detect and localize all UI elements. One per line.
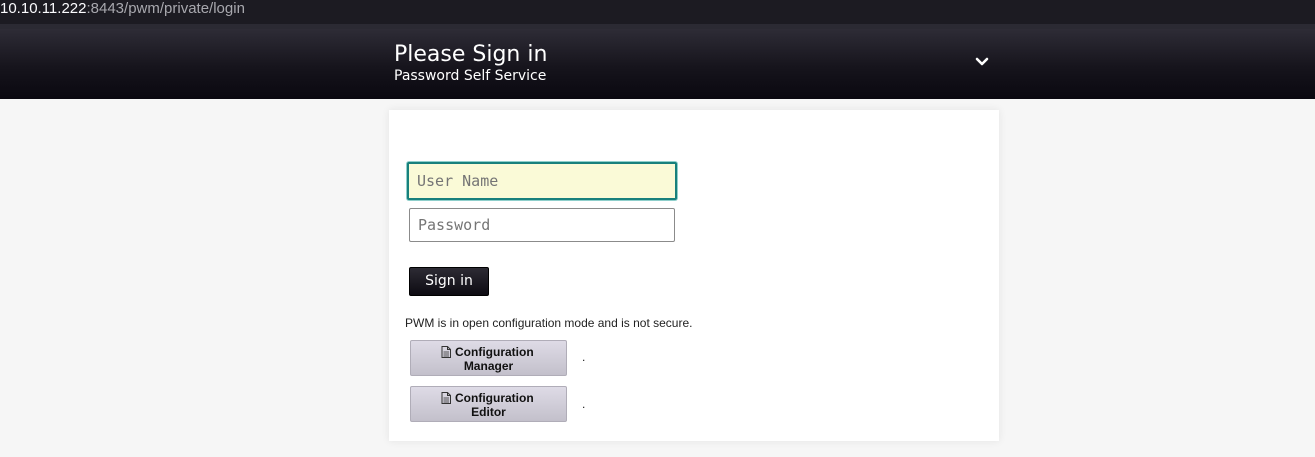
page-subtitle: Password Self Service (394, 68, 547, 84)
configuration-editor-dot: . (582, 397, 586, 411)
document-icon (441, 346, 451, 358)
username-input[interactable] (407, 162, 677, 200)
header-menu-toggle[interactable] (970, 51, 994, 73)
configuration-editor-label-line1: Configuration (455, 391, 534, 405)
configuration-manager-dot: . (582, 350, 586, 364)
configuration-editor-label-line2: Editor (471, 405, 506, 419)
url-path: :8443/pwm/private/login (86, 0, 245, 17)
document-icon (441, 392, 451, 404)
configuration-manager-label-line1: Configuration (455, 345, 534, 359)
configuration-manager-button[interactable]: Configuration Manager (410, 340, 567, 376)
configuration-manager-label-line2: Manager (463, 359, 514, 373)
page-title: Please Sign in (394, 42, 548, 67)
login-panel: Sign in PWM is in open configuration mod… (389, 110, 999, 441)
address-bar[interactable]: 10.10.11.222:8443/pwm/private/login (0, 0, 1315, 24)
page-header: Please Sign in Password Self Service (0, 29, 1315, 99)
sign-in-button[interactable]: Sign in (409, 267, 489, 296)
password-input[interactable] (409, 208, 675, 242)
config-mode-notice: PWM is in open configuration mode and is… (405, 316, 693, 330)
url-host: 10.10.11.222 (0, 0, 87, 17)
chevron-down-icon (975, 57, 989, 66)
configuration-editor-button[interactable]: Configuration Editor (410, 386, 567, 422)
